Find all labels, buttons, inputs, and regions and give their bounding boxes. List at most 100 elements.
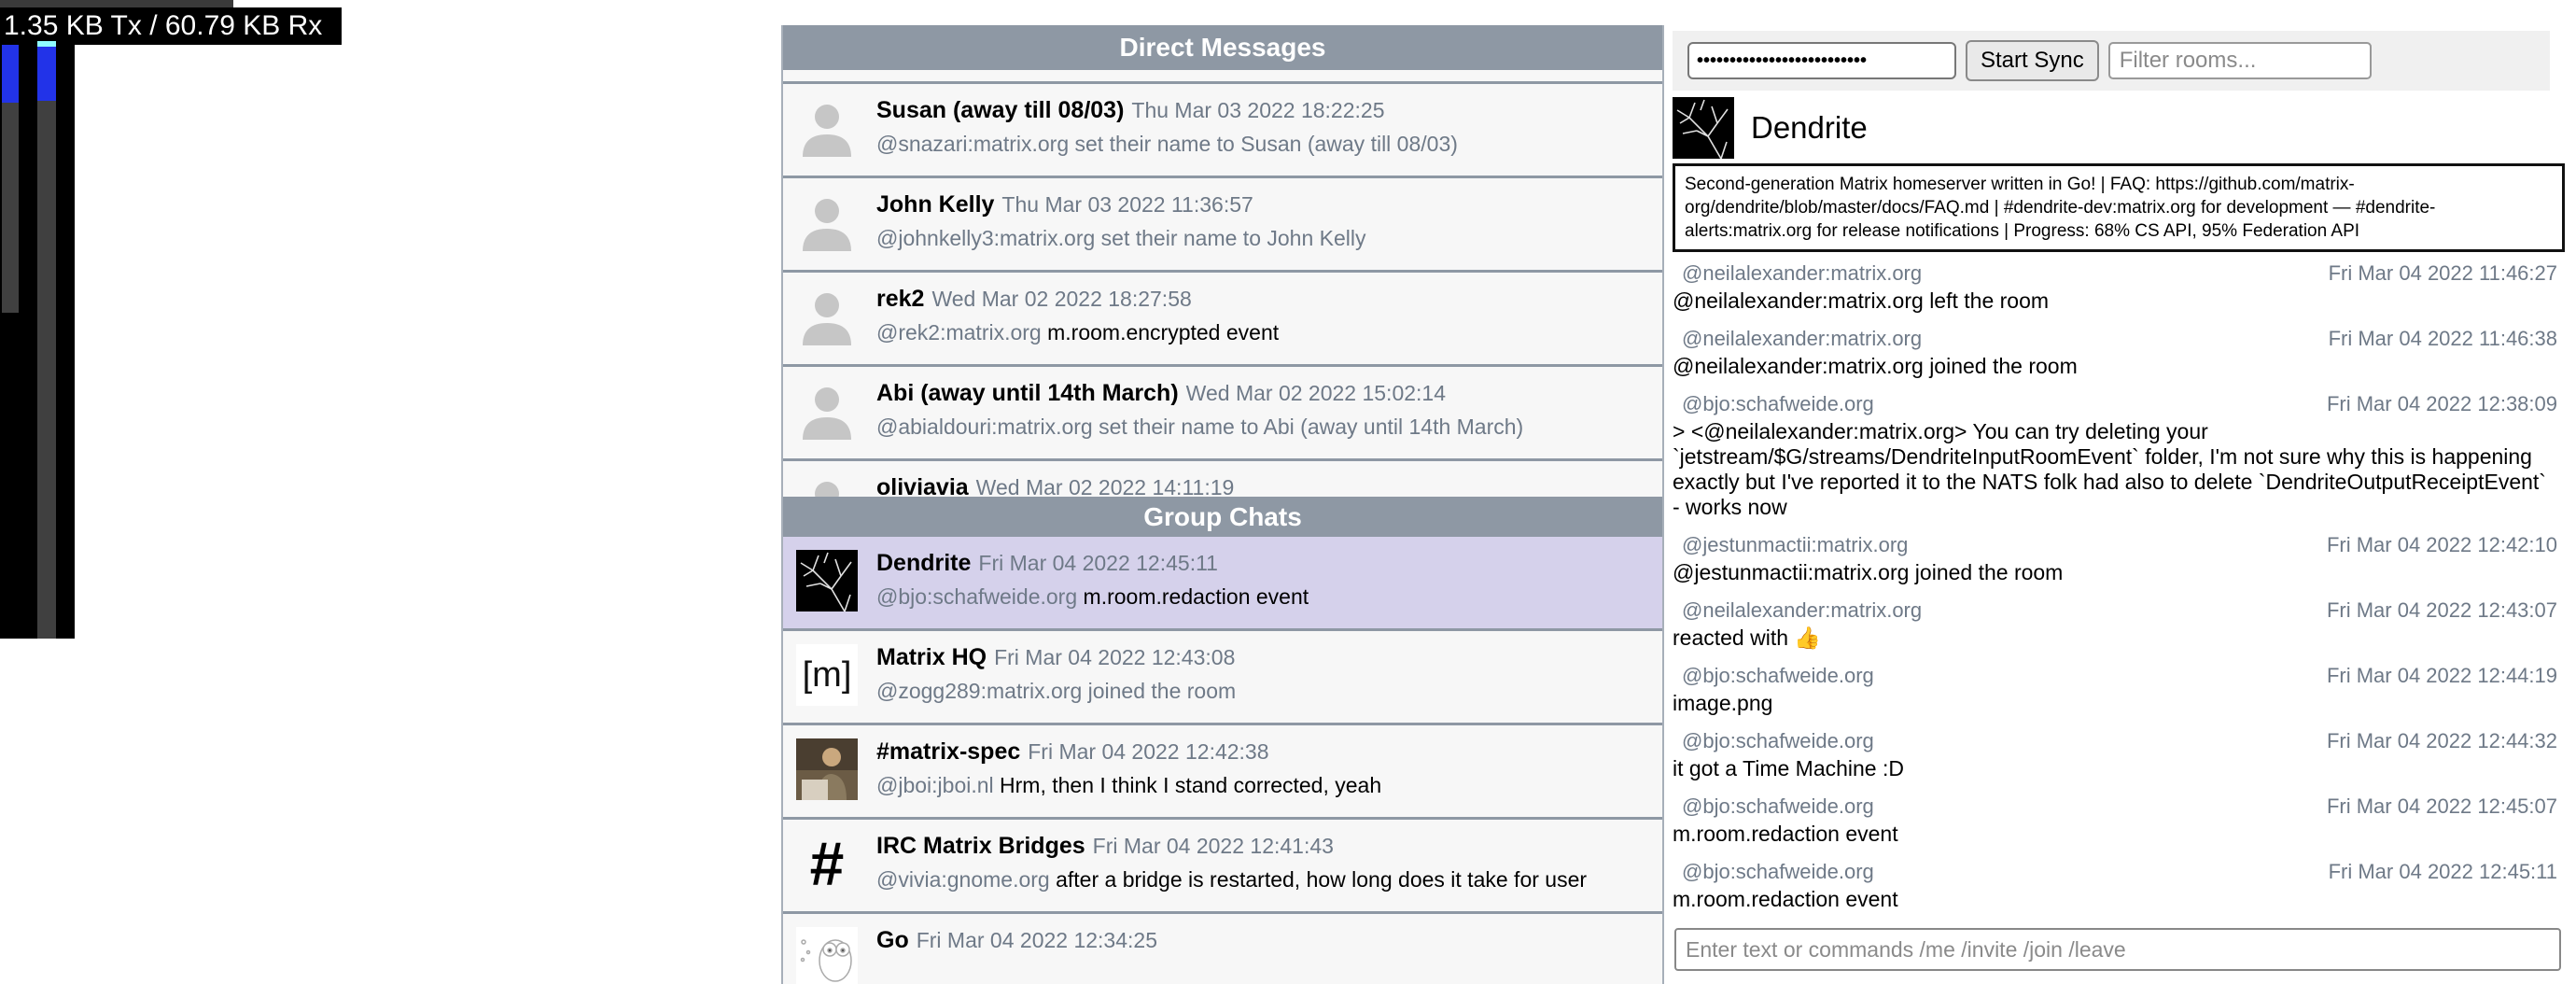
event-body: m.room.redaction event xyxy=(1673,887,2567,912)
room-entry[interactable]: #matrix-spec Fri Mar 04 2022 12:42:38 @jbo… xyxy=(783,725,1662,820)
event-item: @neilalexander:matrix.orgFri Mar 04 2022… xyxy=(1673,598,2567,651)
room-preview-text: joined the room xyxy=(1088,679,1237,703)
room-name: #matrix-spec xyxy=(876,738,1020,765)
chat-panel: Start Sync Dendrite Second-generation Ma… xyxy=(1673,25,2567,984)
room-entry[interactable]: Abi (away until 14th March)Wed Mar 02 20… xyxy=(783,367,1662,461)
room-timestamp: Fri Mar 04 2022 12:34:25 xyxy=(917,928,1157,952)
room-preview: @zogg289:matrix.org joined the room xyxy=(876,679,1653,704)
event-sender: @neilalexander:matrix.org xyxy=(1682,261,1922,286)
event-body: reacted with 👍 xyxy=(1673,626,2567,651)
event-header: @bjo:schafweide.orgFri Mar 04 2022 12:44… xyxy=(1673,729,2567,753)
event-item: @bjo:schafweide.org Fri Mar 04 2022 12:45… xyxy=(1673,794,2567,847)
svg-text:#: # xyxy=(810,833,845,894)
room-entry[interactable]: John KellyThu Mar 03 2022 11:36:57 @johnk… xyxy=(783,178,1662,273)
room-preview: @johnkelly3:matrix.org set their name to… xyxy=(876,226,1653,251)
event-item: @bjo:schafweide.orgFri Mar 04 2022 12:44… xyxy=(1673,664,2567,716)
room-preview-text: set their name to John Kelly xyxy=(1101,226,1366,250)
room-timestamp: Fri Mar 04 2022 12:43:08 xyxy=(994,645,1235,669)
network-graph-bar xyxy=(37,41,56,639)
room-entry[interactable]: #IRC Matrix BridgesFri Mar 04 2022 12:41… xyxy=(783,820,1662,914)
room-entry[interactable]: rek2Wed Mar 02 2022 18:27:58@rek2:matrix… xyxy=(783,273,1662,367)
room-entry[interactable]: [m] Matrix HQ Fri Mar 04 2022 12:43:08 @zog… xyxy=(783,631,1662,725)
room-preview-sender: @vivia:gnome.org xyxy=(876,867,1050,892)
start-sync-button[interactable]: Start Sync xyxy=(1966,40,2099,81)
event-header: @neilalexander:matrix.orgFri Mar 04 2022… xyxy=(1673,598,2567,623)
room-preview-sender: @johnkelly3:matrix.org xyxy=(876,226,1095,250)
room-preview-sender: @bjo:schafweide.org xyxy=(876,584,1077,609)
event-item: @neilalexander:matrix.org Fri Mar 04 2022… xyxy=(1673,261,2567,314)
terminal-titlebar xyxy=(0,0,233,7)
room-preview: @bjo:schafweide.org m.room.redaction eve… xyxy=(876,584,1653,610)
room-preview-sender: @jboi:jboi.nl xyxy=(876,773,994,797)
event-body: @jestunmactii:matrix.org joined the room xyxy=(1673,560,2567,585)
room-title: Dendrite xyxy=(1751,110,1868,146)
room-preview-text: set their name to Susan (away till 08/03… xyxy=(1075,132,1458,156)
room-preview: @rek2:matrix.org m.room.encrypted event xyxy=(876,320,1653,345)
room-name: Abi (away until 14th March) xyxy=(876,380,1179,406)
room-preview-sender: @rek2:matrix.org xyxy=(876,320,1042,344)
event-body: @neilalexander:matrix.org joined the roo… xyxy=(1673,354,2567,379)
event-timestamp: Fri Mar 04 2022 12:45:07 xyxy=(2327,794,2557,819)
dm-section-header: Direct Messages xyxy=(783,25,1662,70)
room-name: Matrix HQ xyxy=(876,644,987,670)
event-header: @bjo:schafweide.orgFri Mar 04 2022 12:45… xyxy=(1673,860,2567,884)
event-sender: @neilalexander:matrix.org xyxy=(1682,327,1922,351)
photo-avatar xyxy=(796,738,858,800)
password-input[interactable] xyxy=(1687,42,1956,79)
network-stats: 1.35 KB Tx / 60.79 KB Rx xyxy=(0,7,342,45)
room-list-panel: Direct Messages Susan (away till 08/03) T… xyxy=(781,25,1664,984)
room-title-line: Dendrite Fri Mar 04 2022 12:45:11 xyxy=(876,550,1653,577)
message-composer-input[interactable] xyxy=(1674,928,2561,971)
filter-rooms-input[interactable] xyxy=(2108,42,2372,79)
room-title-line: Susan (away till 08/03) Thu Mar 03 2022 1… xyxy=(876,97,1653,124)
room-title-line: #matrix-spec Fri Mar 04 2022 12:42:38 xyxy=(876,738,1653,766)
event-timestamp: Fri Mar 04 2022 12:44:32 xyxy=(2327,729,2557,753)
room-preview: @abialdouri:matrix.org set their name to… xyxy=(876,415,1653,440)
event-timestamp: Fri Mar 04 2022 12:45:11 xyxy=(2329,860,2557,884)
room-timestamp: Fri Mar 04 2022 12:42:38 xyxy=(1028,739,1268,764)
room-preview-sender: @abialdouri:matrix.org xyxy=(876,415,1093,439)
room-entry[interactable]: Go Fri Mar 04 2022 12:34:25 xyxy=(783,914,1662,984)
room-preview-sender: @zogg289:matrix.org xyxy=(876,679,1082,703)
room-entry[interactable]: Dendrite Fri Mar 04 2022 12:45:11 @bjo:sch… xyxy=(783,537,1662,631)
room-preview-sender: @snazari:matrix.org xyxy=(876,132,1069,156)
room-name: rek2 xyxy=(876,286,924,312)
event-timestamp: Fri Mar 04 2022 11:46:38 xyxy=(2329,327,2557,351)
svg-text:[m]: [m] xyxy=(803,655,852,695)
room-entry[interactable]: Susan (away till 08/03) Thu Mar 03 2022 1… xyxy=(783,84,1662,178)
dendrite-avatar xyxy=(1673,97,1734,159)
event-item: @bjo:schafweide.org Fri Mar 04 2022 12:38… xyxy=(1673,392,2567,520)
event-body: @neilalexander:matrix.org left the room xyxy=(1673,288,2567,314)
event-item: @jestunmactii:matrix.orgFri Mar 04 2022 … xyxy=(1673,533,2567,585)
room-title-line: Abi (away until 14th March)Wed Mar 02 20… xyxy=(876,380,1653,407)
room-timestamp: Thu Mar 03 2022 11:36:57 xyxy=(1001,192,1253,217)
room-title-line: Go Fri Mar 04 2022 12:34:25 xyxy=(876,927,1653,954)
room-preview-text: m.room.redaction event xyxy=(1084,584,1309,609)
event-timestamp: Fri Mar 04 2022 11:46:27 xyxy=(2329,261,2557,286)
network-graph xyxy=(0,41,75,639)
room-name: Susan (away till 08/03) xyxy=(876,97,1124,123)
room-name: Go xyxy=(876,927,909,953)
room-timestamp: Fri Mar 04 2022 12:45:11 xyxy=(978,551,1218,575)
dm-room-list: Susan (away till 08/03) Thu Mar 03 2022 1… xyxy=(783,84,1662,537)
room-preview-text: Hrm, then I think I stand corrected, yea… xyxy=(1000,773,1381,797)
event-timestamp: Fri Mar 04 2022 12:38:09 xyxy=(2327,392,2557,416)
room-preview: @vivia:gnome.org after a bridge is resta… xyxy=(876,867,1653,893)
event-timestamp: Fri Mar 04 2022 12:43:07 xyxy=(2327,598,2557,623)
person-avatar xyxy=(796,380,858,442)
room-title-line: John KellyThu Mar 03 2022 11:36:57 xyxy=(876,191,1653,218)
dendrite-avatar xyxy=(796,550,858,611)
room-title-line: Matrix HQ Fri Mar 04 2022 12:43:08 xyxy=(876,644,1653,671)
event-header: @bjo:schafweide.org Fri Mar 04 2022 12:38… xyxy=(1673,392,2567,416)
room-name: Dendrite xyxy=(876,550,971,576)
person-avatar xyxy=(796,286,858,347)
hash-avatar: # xyxy=(796,833,858,894)
event-timeline: @neilalexander:matrix.org Fri Mar 04 2022… xyxy=(1673,261,2567,912)
person-avatar xyxy=(796,191,858,253)
event-sender: @bjo:schafweide.org xyxy=(1682,794,1874,819)
room-preview: @snazari:matrix.org set their name to Su… xyxy=(876,132,1653,157)
event-item: @bjo:schafweide.orgFri Mar 04 2022 12:44… xyxy=(1673,729,2567,781)
event-sender: @bjo:schafweide.org xyxy=(1682,392,1874,416)
room-timestamp: Thu Mar 03 2022 18:22:25 xyxy=(1131,98,1384,122)
room-header: Dendrite xyxy=(1673,97,2567,159)
